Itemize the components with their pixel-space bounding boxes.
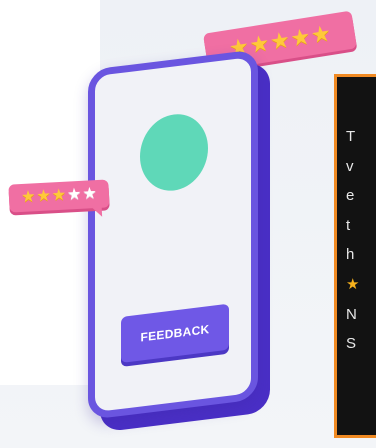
profile-circle bbox=[140, 110, 208, 195]
tooltip-line: S bbox=[346, 335, 357, 353]
rating-bubble-left: ★ ★ ★ ★ ★ bbox=[8, 179, 110, 218]
tooltip-line: h bbox=[346, 246, 355, 264]
phone-frame: FEEDBACK bbox=[88, 49, 258, 421]
star-icon: ★ bbox=[51, 186, 67, 205]
tooltip-line: ★ bbox=[346, 275, 360, 293]
star-outline-icon: ★ bbox=[66, 185, 82, 204]
star-icon: ★ bbox=[288, 23, 313, 52]
tooltip-line: N bbox=[346, 305, 357, 323]
feedback-button[interactable]: FEEDBACK bbox=[121, 303, 229, 363]
star-icon: ★ bbox=[36, 187, 52, 206]
tooltip-line: T bbox=[346, 128, 356, 145]
phone-illustration: FEEDBACK bbox=[88, 48, 270, 442]
tooltip-line: t bbox=[346, 216, 351, 234]
tooltip-panel: T v e t h ★ N S bbox=[334, 74, 376, 438]
star-icon: ★ bbox=[268, 26, 292, 55]
star-icon: ★ bbox=[309, 20, 333, 48]
tooltip-line: v bbox=[346, 157, 354, 175]
star-icon: ★ bbox=[20, 188, 36, 206]
tooltip-line: e bbox=[346, 187, 355, 205]
star-outline-icon: ★ bbox=[82, 185, 98, 203]
tooltip-text: T v e t h ★ N S bbox=[346, 122, 359, 359]
bubble-tail bbox=[91, 206, 103, 218]
